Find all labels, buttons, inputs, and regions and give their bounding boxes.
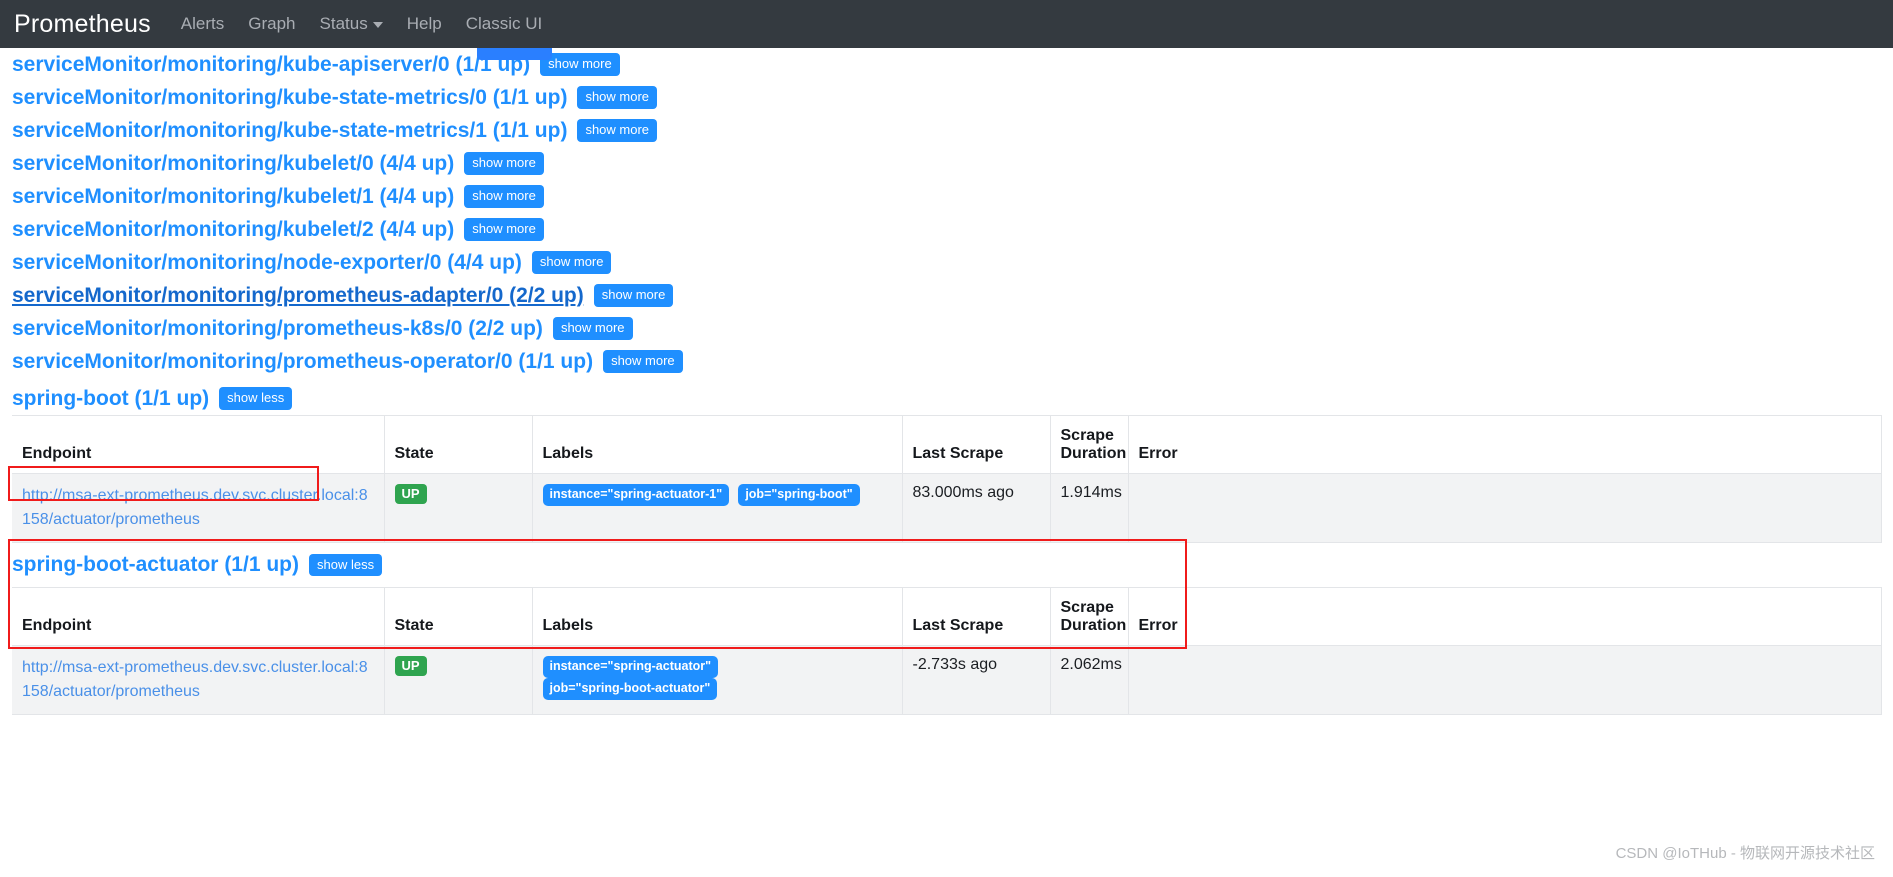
show-more-button-prometheus-adapter-0[interactable]: show more	[593, 284, 674, 307]
nav-item-status-label: Status	[319, 14, 368, 33]
label-badge-job[interactable]: job="spring-boot"	[738, 484, 860, 506]
show-more-button-node-exporter-0[interactable]: show more	[531, 251, 612, 274]
targets-table-spring-boot-actuator: Endpoint State Labels Last Scrape Scrape…	[12, 587, 1882, 715]
show-more-button-prometheus-operator-0[interactable]: show more	[603, 350, 683, 373]
target-title-prometheus-operator-0[interactable]: serviceMonitor/monitoring/prometheus-ope…	[12, 350, 593, 374]
targets-table-wrap-spring-boot-actuator: Endpoint State Labels Last Scrape Scrape…	[0, 587, 1893, 715]
cell-scrape-duration: 1.914ms	[1050, 473, 1129, 543]
target-row: serviceMonitor/monitoring/prometheus-ope…	[12, 345, 1881, 378]
show-more-button-prometheus-k8s-0[interactable]: show more	[552, 317, 633, 340]
nav-item-graph[interactable]: Graph	[248, 14, 295, 34]
target-row: serviceMonitor/monitoring/kube-apiserver…	[12, 48, 1881, 81]
target-title-kubelet-0[interactable]: serviceMonitor/monitoring/kubelet/0 (4/4…	[12, 152, 454, 176]
target-row: serviceMonitor/monitoring/kubelet/2 (4/4…	[12, 213, 1881, 246]
cell-state: UP	[384, 645, 533, 715]
nav-item-alerts-label: Alerts	[180, 14, 225, 33]
nav-item-help-label: Help	[406, 14, 442, 33]
column-header-scrape-duration: Scrape Duration	[1050, 415, 1129, 474]
column-header-error: Error	[1128, 587, 1882, 646]
column-header-last-scrape: Last Scrape	[902, 415, 1051, 474]
column-header-state: State	[384, 587, 533, 646]
column-header-last-scrape: Last Scrape	[902, 587, 1051, 646]
table-header-row: Endpoint State Labels Last Scrape Scrape…	[12, 587, 1882, 646]
target-title-kubelet-2[interactable]: serviceMonitor/monitoring/kubelet/2 (4/4…	[12, 218, 454, 242]
cell-error	[1128, 473, 1882, 543]
endpoint-link[interactable]: http://msa-ext-prometheus.dev.svc.cluste…	[22, 659, 368, 700]
target-list: serviceMonitor/monitoring/kube-apiserver…	[0, 48, 1893, 415]
cell-error	[1128, 645, 1882, 715]
cell-labels: instance="spring-actuator" job="spring-b…	[532, 645, 903, 715]
targets-table-spring-boot: Endpoint State Labels Last Scrape Scrape…	[12, 415, 1882, 543]
target-title-node-exporter-0[interactable]: serviceMonitor/monitoring/node-exporter/…	[12, 251, 522, 275]
target-row: serviceMonitor/monitoring/kube-state-met…	[12, 114, 1881, 147]
status-badge: UP	[394, 656, 427, 677]
target-title-prometheus-adapter-0[interactable]: serviceMonitor/monitoring/prometheus-ada…	[12, 284, 584, 308]
targets-table-wrap-spring-boot: Endpoint State Labels Last Scrape Scrape…	[0, 415, 1893, 543]
endpoint-link[interactable]: http://msa-ext-prometheus.dev.svc.cluste…	[22, 487, 368, 528]
table-header-row: Endpoint State Labels Last Scrape Scrape…	[12, 415, 1882, 474]
nav-item-graph-label: Graph	[248, 14, 296, 33]
target-list-continued: spring-boot-actuator (1/1 up) show less	[0, 543, 1893, 587]
nav-item-help[interactable]: Help	[407, 14, 442, 34]
nav-item-alerts[interactable]: Alerts	[181, 14, 224, 34]
navbar: Prometheus Alerts Graph Status Help Clas…	[0, 0, 1893, 48]
show-less-button-spring-boot[interactable]: show less	[219, 387, 293, 410]
target-title-spring-boot-actuator[interactable]: spring-boot-actuator (1/1 up)	[12, 553, 299, 577]
target-row: serviceMonitor/monitoring/kubelet/1 (4/4…	[12, 180, 1881, 213]
cell-labels: instance="spring-actuator-1" job="spring…	[532, 473, 903, 543]
label-badge-instance[interactable]: instance="spring-actuator"	[542, 656, 719, 678]
cell-scrape-duration: 2.062ms	[1050, 645, 1129, 715]
show-more-button-kubelet-2[interactable]: show more	[464, 218, 544, 241]
cell-state: UP	[384, 473, 533, 543]
target-row-spring-boot-actuator: spring-boot-actuator (1/1 up) show less	[12, 543, 1881, 587]
label-badge-job[interactable]: job="spring-boot-actuator"	[542, 677, 718, 700]
target-title-kube-apiserver-0[interactable]: serviceMonitor/monitoring/kube-apiserver…	[12, 53, 530, 77]
target-row: serviceMonitor/monitoring/node-exporter/…	[12, 246, 1881, 279]
nav-item-classic-ui-label: Classic UI	[465, 14, 543, 33]
target-title-kubelet-1[interactable]: serviceMonitor/monitoring/kubelet/1 (4/4…	[12, 185, 454, 209]
watermark: CSDN @IoTHub - 物联网开源技术社区	[1615, 845, 1875, 862]
column-header-scrape-duration: Scrape Duration	[1050, 587, 1129, 646]
target-row: serviceMonitor/monitoring/kube-state-met…	[12, 81, 1881, 114]
cell-last-scrape: -2.733s ago	[902, 645, 1051, 715]
nav-item-status[interactable]: Status	[320, 14, 383, 34]
nav-item-classic-ui[interactable]: Classic UI	[466, 14, 543, 34]
label-badge-instance[interactable]: instance="spring-actuator-1"	[542, 484, 730, 506]
target-title-prometheus-k8s-0[interactable]: serviceMonitor/monitoring/prometheus-k8s…	[12, 317, 543, 341]
target-row: serviceMonitor/monitoring/kubelet/0 (4/4…	[12, 147, 1881, 180]
target-title-kube-state-metrics-0[interactable]: serviceMonitor/monitoring/kube-state-met…	[12, 86, 567, 110]
target-title-kube-state-metrics-1[interactable]: serviceMonitor/monitoring/kube-state-met…	[12, 119, 567, 143]
target-row-spring-boot: spring-boot (1/1 up) show less	[12, 382, 1881, 415]
column-header-endpoint: Endpoint	[12, 415, 385, 474]
caret-down-icon	[372, 22, 383, 28]
column-header-endpoint: Endpoint	[12, 587, 385, 646]
show-more-button-kube-state-metrics-1[interactable]: show more	[577, 119, 658, 142]
column-header-labels: Labels	[532, 415, 903, 474]
column-header-labels: Labels	[532, 587, 903, 646]
table-row: http://msa-ext-prometheus.dev.svc.cluste…	[12, 645, 1882, 715]
show-more-button-kube-apiserver-0[interactable]: show more	[540, 53, 620, 76]
show-less-button-spring-boot-actuator[interactable]: show less	[309, 553, 383, 577]
column-header-state: State	[384, 415, 533, 474]
cell-endpoint: http://msa-ext-prometheus.dev.svc.cluste…	[12, 473, 385, 543]
table-row: http://msa-ext-prometheus.dev.svc.cluste…	[12, 473, 1882, 543]
brand-logo: Prometheus	[14, 9, 151, 38]
status-badge: UP	[394, 484, 427, 505]
target-row: serviceMonitor/monitoring/prometheus-k8s…	[12, 312, 1881, 345]
show-more-button-kubelet-1[interactable]: show more	[464, 185, 544, 208]
show-more-button-kube-state-metrics-0[interactable]: show more	[577, 86, 658, 109]
target-title-spring-boot[interactable]: spring-boot (1/1 up)	[12, 387, 209, 411]
cell-endpoint: http://msa-ext-prometheus.dev.svc.cluste…	[12, 645, 385, 715]
target-row: serviceMonitor/monitoring/prometheus-ada…	[12, 279, 1881, 312]
column-header-error: Error	[1128, 415, 1882, 474]
cell-last-scrape: 83.000ms ago	[902, 473, 1051, 543]
show-more-button-kubelet-0[interactable]: show more	[464, 152, 544, 175]
